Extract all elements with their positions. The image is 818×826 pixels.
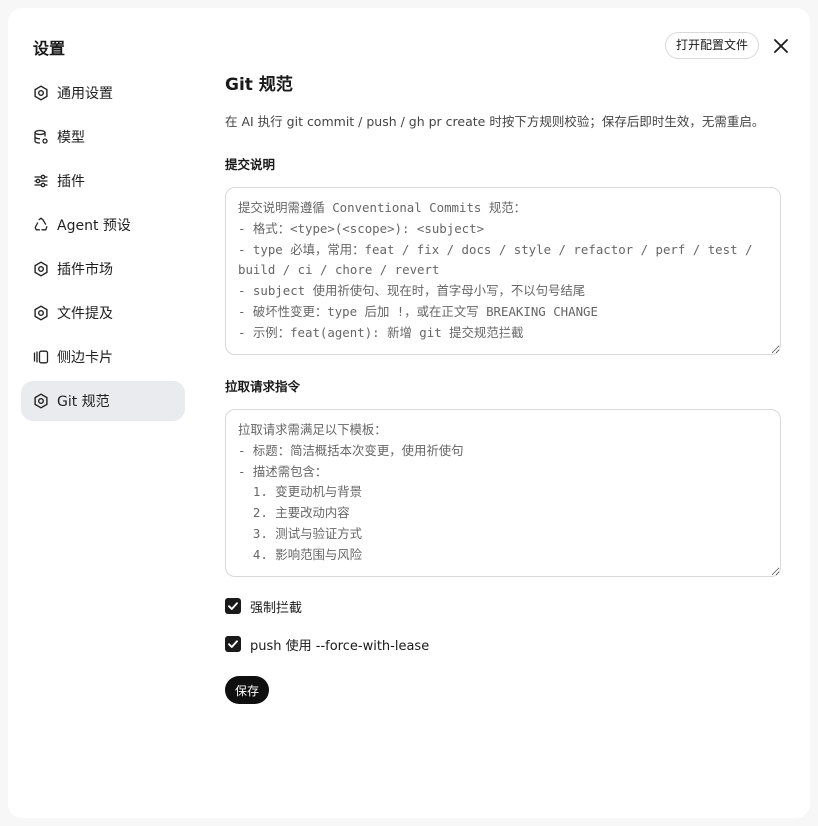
recycle-icon xyxy=(33,217,49,233)
page-title: Git 规范 xyxy=(225,75,293,95)
pr-section-label: 拉取请求指令 xyxy=(225,379,301,394)
force-block-checkbox[interactable] xyxy=(225,598,241,614)
force-block-option: 强制拦截 xyxy=(225,597,781,616)
force-with-lease-option: push 使用 --force-with-lease xyxy=(225,635,781,654)
commit-rules-textarea[interactable]: 提交说明需遵循 Conventional Commits 规范： - 格式：<t… xyxy=(225,187,781,355)
sidebar-item-file-mentions[interactable]: 文件提及 xyxy=(21,293,185,333)
gear-icon xyxy=(33,305,49,321)
sidebar-item-label: 模型 xyxy=(57,130,85,146)
sidebar-item-git-rules[interactable]: Git 规范 xyxy=(21,381,185,421)
sidebar-item-label: 插件市场 xyxy=(57,262,113,278)
settings-title: 设置 xyxy=(33,39,66,58)
sidebar-nav: 通用设置 模型 插件 Agent 预设 插件市场 文件提及 侧边卡片 Git 规… xyxy=(21,73,185,425)
commit-section-label: 提交说明 xyxy=(225,157,276,172)
check-icon xyxy=(228,640,238,648)
sidebar-item-models[interactable]: 模型 xyxy=(21,117,185,157)
gear-icon xyxy=(33,85,49,101)
close-icon[interactable] xyxy=(770,35,792,57)
gear-icon xyxy=(33,261,49,277)
database-icon xyxy=(33,129,49,145)
sidebar-item-general[interactable]: 通用设置 xyxy=(21,73,185,113)
page-description: 在 AI 执行 git commit / push / gh pr create… xyxy=(225,114,765,129)
force-with-lease-label: push 使用 --force-with-lease xyxy=(250,638,430,654)
open-config-button[interactable]: 打开配置文件 xyxy=(665,32,760,59)
sidebar-item-plugin-market[interactable]: 插件市场 xyxy=(21,249,185,289)
force-with-lease-checkbox[interactable] xyxy=(225,636,241,652)
force-block-label: 强制拦截 xyxy=(250,600,303,616)
sidebar-item-label: Git 规范 xyxy=(57,394,110,410)
sidebar-item-label: 通用设置 xyxy=(57,86,113,102)
main-panel: Git 规范 在 AI 执行 git commit / push / gh pr… xyxy=(225,70,781,704)
sidebar-item-plugins[interactable]: 插件 xyxy=(21,161,185,201)
cards-icon xyxy=(33,349,49,365)
gear-icon xyxy=(33,393,49,409)
sliders-icon xyxy=(33,173,49,189)
sidebar-item-agent-preset[interactable]: Agent 预设 xyxy=(21,205,185,245)
check-icon xyxy=(228,602,238,610)
pr-rules-textarea[interactable]: 拉取请求需满足以下模板： - 标题：简洁概括本次变更，使用祈使句 - 描述需包含… xyxy=(225,409,781,577)
save-button[interactable]: 保存 xyxy=(225,676,270,704)
sidebar-item-label: 插件 xyxy=(57,174,85,190)
sidebar-item-side-cards[interactable]: 侧边卡片 xyxy=(21,337,185,377)
sidebar-item-label: Agent 预设 xyxy=(57,218,131,234)
settings-dialog: 设置 打开配置文件 通用设置 模型 插件 Agent 预设 插件市场 文件提及 … xyxy=(8,8,810,818)
sidebar-item-label: 文件提及 xyxy=(57,306,113,322)
sidebar-item-label: 侧边卡片 xyxy=(57,350,113,366)
